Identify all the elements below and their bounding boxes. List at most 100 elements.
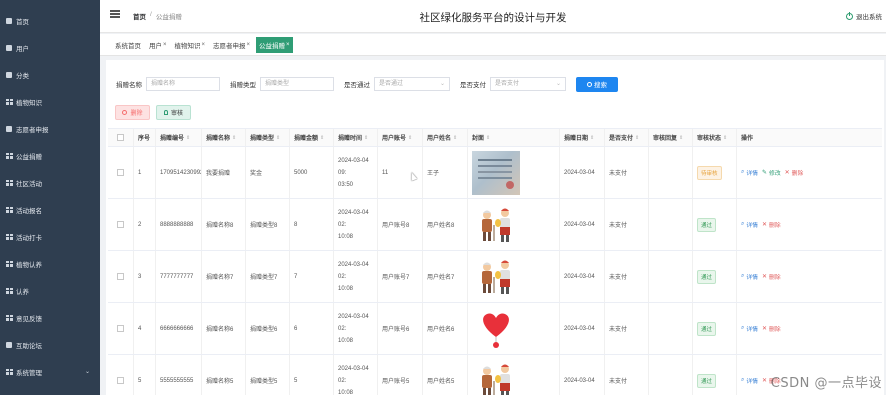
audit-button[interactable]: 审核	[156, 105, 191, 120]
sidebar-item-label: 社区活动	[16, 180, 42, 188]
row-action-edit[interactable]: ✎ 修改	[762, 168, 781, 177]
row-checkbox[interactable]	[117, 273, 124, 280]
column-header[interactable]: 用户姓名 ⇕	[423, 129, 468, 146]
column-header[interactable]: 审核回复 ⇕	[649, 129, 693, 146]
row-action-label: 删除	[769, 327, 781, 333]
sort-icon[interactable]: ⇕	[590, 135, 594, 141]
cell-paid: 未支付	[605, 303, 649, 354]
approved-select[interactable]: 是否通过 ⌄	[374, 77, 450, 91]
tab[interactable]: 植物知识 ×	[173, 38, 208, 52]
delete-circle-icon	[122, 110, 128, 115]
sort-icon[interactable]: ⇕	[679, 135, 683, 141]
sort-icon[interactable]: ⇕	[723, 135, 727, 141]
sidebar-item[interactable]: 认养	[0, 277, 100, 304]
row-action-detail[interactable]: ⌕ 详情	[741, 324, 758, 333]
column-header[interactable]: 捐赠名称 ⇕	[202, 129, 246, 146]
paid-select[interactable]: 是否支付 ⌄	[490, 77, 566, 91]
close-icon[interactable]: ×	[247, 42, 251, 48]
sidebar-item[interactable]: 互助论坛	[0, 331, 100, 358]
column-header[interactable]: 捐赠金额 ⇕	[290, 129, 334, 146]
cell-name: 我要捐赠	[202, 147, 246, 198]
row-action-del[interactable]: ✕ 删除	[762, 272, 781, 281]
sort-icon[interactable]: ⇕	[453, 135, 457, 141]
row-action-del[interactable]: ✕ 删除	[762, 324, 781, 333]
cell-code-text: 6666666666	[160, 325, 194, 332]
sidebar-item-label: 意见反馈	[16, 315, 42, 323]
sidebar-item[interactable]: 用户	[0, 34, 100, 61]
row-action-del[interactable]: ✕ 删除	[785, 168, 804, 177]
row-checkbox[interactable]	[117, 377, 124, 384]
cell-account-text: 用户账号7	[382, 275, 410, 281]
status-badge: 通过	[697, 373, 717, 388]
column-header[interactable]: 捐赠编号 ⇕	[156, 129, 202, 146]
row-action-detail[interactable]: ⌕ 详情	[741, 168, 758, 177]
sort-icon[interactable]: ⇕	[276, 135, 280, 141]
column-header[interactable]: 捐赠日期 ⇕	[560, 129, 605, 146]
menu-toggle-icon[interactable]	[110, 10, 120, 18]
sidebar-item[interactable]: 公益捐赠	[0, 142, 100, 169]
sidebar-item[interactable]: 系统管理 ⌄	[0, 358, 100, 385]
cell-operations: ⌕ 详情 ✎ 修改 ✕ 删除	[737, 147, 882, 198]
row-action-detail[interactable]: ⌕ 详情	[741, 272, 758, 281]
sort-icon[interactable]: ⇕	[486, 135, 490, 141]
sort-icon[interactable]: ⇕	[364, 135, 368, 141]
row-checkbox[interactable]	[117, 221, 124, 228]
sort-icon[interactable]: ⇕	[186, 135, 190, 141]
column-header[interactable]: 用户账号 ⇕	[378, 129, 423, 146]
cell-name-text: 捐赠名称5	[206, 379, 234, 385]
select-all-checkbox[interactable]	[117, 134, 124, 141]
donation-type-input[interactable]: 捐赠类型	[260, 77, 334, 91]
search-button[interactable]: 搜索	[576, 76, 618, 92]
table-row: 1 1709514230992 我要捐赠 奖金 5000 2024-03-04 09: 03…	[108, 147, 882, 199]
sort-icon[interactable]: ⇕	[320, 135, 324, 141]
tab[interactable]: 系统首页	[113, 38, 143, 52]
close-icon[interactable]: ×	[163, 42, 167, 48]
tab[interactable]: 公益捐赠 ×	[256, 36, 293, 53]
power-icon	[846, 11, 853, 20]
sidebar-item[interactable]: 活动打卡	[0, 223, 100, 250]
row-action-detail[interactable]: ⌕ 详情	[741, 220, 758, 229]
close-icon[interactable]: ×	[202, 42, 206, 48]
breadcrumb-home[interactable]: 首页	[133, 11, 146, 21]
cell-operations: ⌕ 详情 ✕ 删除	[737, 199, 882, 250]
column-header[interactable]: 捐赠类型 ⇕	[246, 129, 290, 146]
tab[interactable]: 志愿者申报 ×	[211, 38, 252, 52]
column-header[interactable]: 是否支付 ⇕	[605, 129, 649, 146]
row-checkbox[interactable]	[117, 169, 124, 176]
sidebar-item[interactable]: 植物知识	[0, 88, 100, 115]
sidebar-item[interactable]: 活动报名	[0, 196, 100, 223]
row-action-del[interactable]: ✕ 删除	[762, 220, 781, 229]
status-badge: 通过	[697, 217, 717, 232]
donation-name-input[interactable]: 捐赠名称	[146, 77, 220, 91]
sidebar-item[interactable]: 志愿者申报	[0, 115, 100, 142]
cell-time-clock: 10:08	[338, 389, 354, 395]
cell-type-text: 捐赠类型6	[250, 327, 278, 333]
sidebar-item[interactable]: 意见反馈	[0, 304, 100, 331]
sidebar-item[interactable]: 分类	[0, 61, 100, 88]
cell-paid-text: 未支付	[609, 379, 628, 385]
column-header[interactable]: 捐赠时间 ⇕	[334, 129, 378, 146]
sort-icon[interactable]: ⇕	[232, 135, 236, 141]
sort-icon[interactable]: ⇕	[635, 135, 639, 141]
row-action-label: 详情	[746, 327, 758, 333]
sort-icon[interactable]: ⇕	[408, 135, 412, 141]
sidebar-item[interactable]: 社区活动	[0, 169, 100, 196]
sidebar-item[interactable]: 植物认养	[0, 250, 100, 277]
logout-button[interactable]: 退出系统	[846, 11, 882, 21]
row-action-detail[interactable]: ⌕ 详情	[741, 376, 758, 385]
sidebar-item[interactable]: 首页	[0, 7, 100, 34]
cell-date: 2024-03-04	[560, 199, 605, 250]
sidebar-item-label: 公益捐赠	[16, 153, 42, 161]
row-checkbox[interactable]	[117, 325, 124, 332]
row-action-label: 详情	[746, 223, 758, 229]
column-header[interactable]: 封面 ⇕	[468, 129, 560, 146]
column-header[interactable]: 审核状态 ⇕	[693, 129, 737, 146]
tab[interactable]: 用户 ×	[147, 38, 169, 52]
close-icon[interactable]: ×	[286, 42, 290, 48]
cell-cover	[468, 303, 560, 354]
cell-index: 5	[134, 355, 156, 395]
batch-delete-button[interactable]: 删除	[115, 105, 150, 120]
cell-paid: 未支付	[605, 147, 649, 198]
cell-index-text: 5	[138, 377, 142, 384]
cell-code: 5555555555	[156, 355, 202, 395]
